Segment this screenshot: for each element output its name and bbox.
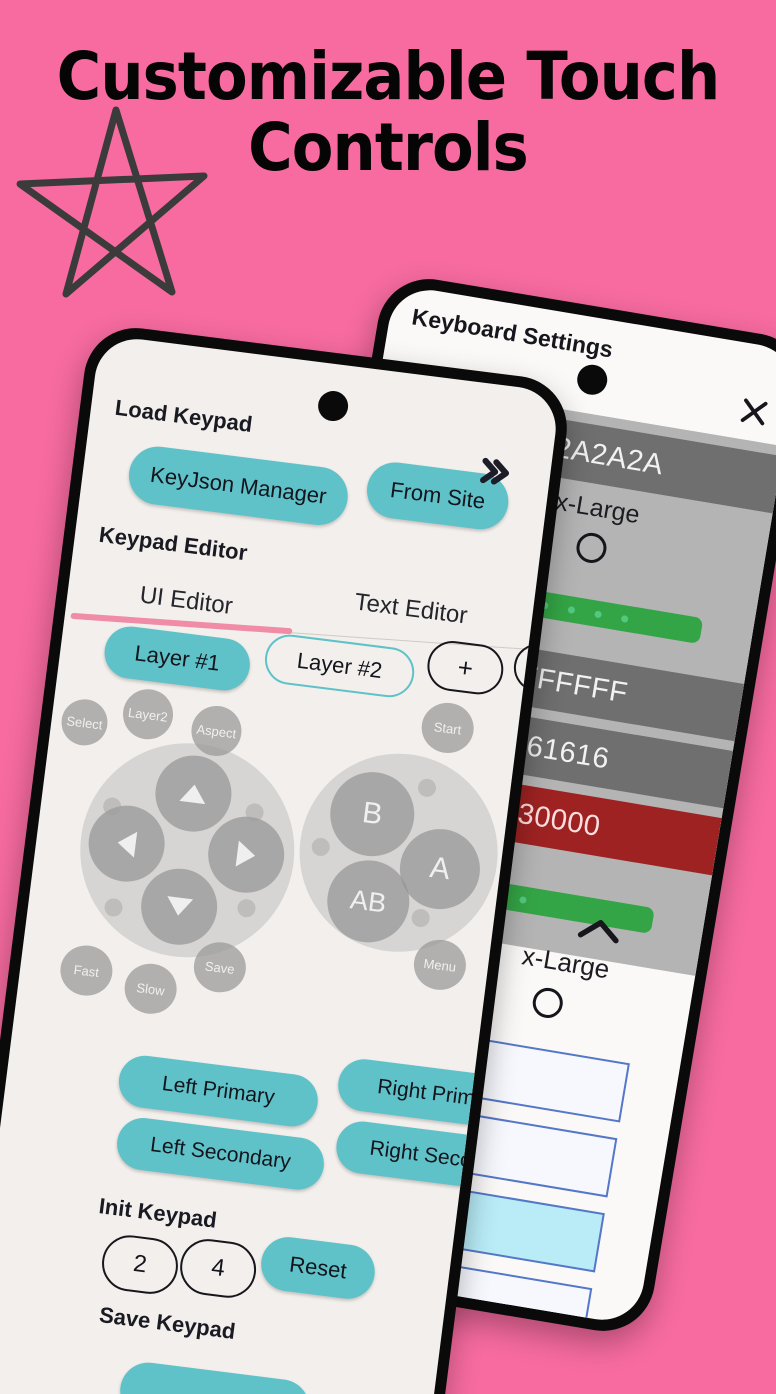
aux-button-select[interactable]: Select bbox=[58, 696, 111, 749]
section-title-init-keypad: Init Keypad bbox=[97, 1193, 219, 1233]
tab-ui-editor[interactable]: UI Editor bbox=[138, 581, 234, 620]
left-secondary-button[interactable]: Left Secondary bbox=[114, 1114, 327, 1193]
star-doodle bbox=[16, 106, 208, 298]
aux-button-layer2[interactable]: Layer2 bbox=[120, 686, 176, 743]
init-2-button[interactable]: 2 bbox=[98, 1232, 182, 1298]
keyjson-manager-button[interactable]: KeyJson Manager bbox=[125, 443, 352, 529]
save-keypad-button[interactable] bbox=[116, 1359, 313, 1394]
headline-line-1: Customizable Touch bbox=[56, 38, 721, 115]
left-arrow-icon bbox=[116, 829, 138, 858]
size-option-xlarge[interactable]: x-Large bbox=[547, 488, 642, 570]
size-option-xlarge-bottom[interactable]: x-Large bbox=[513, 940, 612, 1027]
aux-button-start[interactable]: Start bbox=[418, 699, 477, 756]
down-arrow-icon bbox=[165, 896, 194, 918]
close-icon[interactable] bbox=[737, 395, 772, 430]
aux-button-fast[interactable]: Fast bbox=[57, 942, 116, 999]
tab-text-editor[interactable]: Text Editor bbox=[353, 588, 469, 630]
up-arrow-icon bbox=[179, 783, 208, 805]
color-preview-bar[interactable] bbox=[525, 589, 704, 645]
init-4-button[interactable]: 4 bbox=[176, 1235, 260, 1301]
gamepad-preview[interactable]: B A AB Select Layer2 Aspect Start Menu F… bbox=[16, 662, 525, 1058]
reset-button[interactable]: Reset bbox=[258, 1234, 378, 1302]
back-screen-title: Keyboard Settings bbox=[410, 303, 615, 363]
section-title-load-keypad: Load Keypad bbox=[113, 394, 254, 437]
section-title-save-keypad: Save Keypad bbox=[97, 1302, 237, 1344]
aux-button-slow[interactable]: Slow bbox=[121, 960, 180, 1017]
size-option-label: x-Large bbox=[553, 487, 642, 530]
promo-screenshot: Customizable Touch Controls Keyboard Set… bbox=[0, 0, 776, 1394]
radio-icon[interactable] bbox=[530, 985, 566, 1021]
tab-active-indicator bbox=[70, 612, 293, 635]
radio-icon[interactable] bbox=[573, 530, 609, 566]
double-chevron-right-icon[interactable] bbox=[476, 453, 514, 491]
right-arrow-icon bbox=[235, 840, 257, 869]
